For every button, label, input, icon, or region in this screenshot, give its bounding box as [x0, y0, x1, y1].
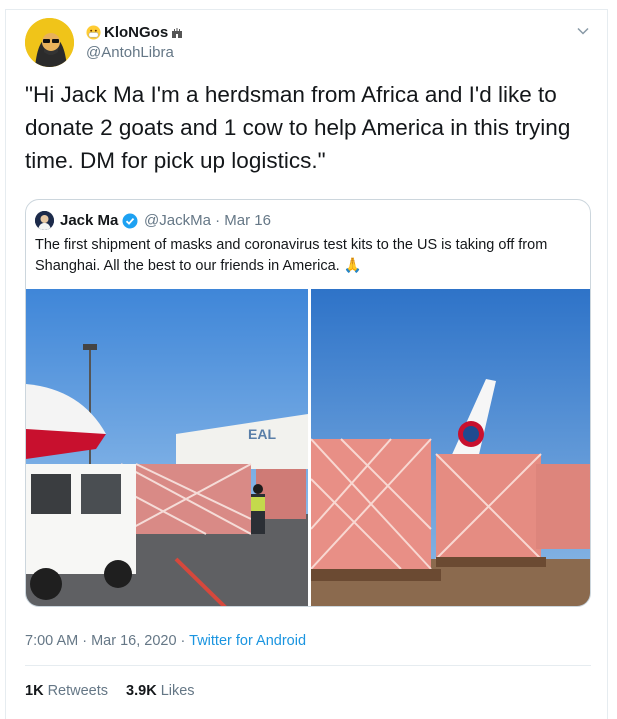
likes-stat[interactable]: 3.9K Likes	[126, 683, 195, 699]
quoted-author-name[interactable]: Jack Ma	[60, 212, 118, 229]
divider	[25, 665, 591, 666]
quoted-author-handle-date[interactable]: @JackMa · Mar 16	[144, 212, 271, 229]
quoted-tweet-text: The first shipment of masks and coronavi…	[35, 237, 548, 274]
eal-building-sign: EAL	[248, 426, 276, 442]
mask-face-emoji-icon	[86, 25, 101, 40]
tweet-meta: 7:00 AM · Mar 16, 2020 · Twitter for And…	[25, 633, 306, 649]
retweets-count: 1K	[25, 683, 44, 699]
likes-label: Likes	[160, 683, 195, 699]
author-display-name-row[interactable]: KloNGos	[86, 24, 183, 41]
likes-count: 3.9K	[126, 683, 157, 699]
retweets-stat[interactable]: 1K Retweets	[25, 683, 108, 699]
author-avatar[interactable]	[25, 18, 74, 67]
tweet-client-link[interactable]: Twitter for Android	[189, 633, 306, 649]
castle-emoji-icon	[172, 27, 183, 38]
tweet-stats: 1K Retweets 3.9K Likes	[25, 683, 195, 699]
quoted-photo-left[interactable]: EAL	[26, 289, 308, 607]
quoted-author-avatar[interactable]	[35, 211, 54, 230]
tweet-timestamp[interactable]: 7:00 AM · Mar 16, 2020 ·	[25, 633, 189, 649]
quoted-photo-right[interactable]	[311, 289, 591, 607]
author-handle[interactable]: @AntohLibra	[86, 44, 174, 61]
verified-badge-icon	[122, 213, 138, 229]
tweet-text: "Hi Jack Ma I'm a herdsman from Africa a…	[25, 82, 571, 173]
retweets-label: Retweets	[47, 683, 109, 699]
author-display-name[interactable]: KloNGos	[104, 24, 168, 41]
chevron-down-icon[interactable]	[576, 24, 590, 38]
quoted-tweet[interactable]: Jack Ma @JackMa · Mar 16 The first shipm…	[25, 199, 591, 607]
